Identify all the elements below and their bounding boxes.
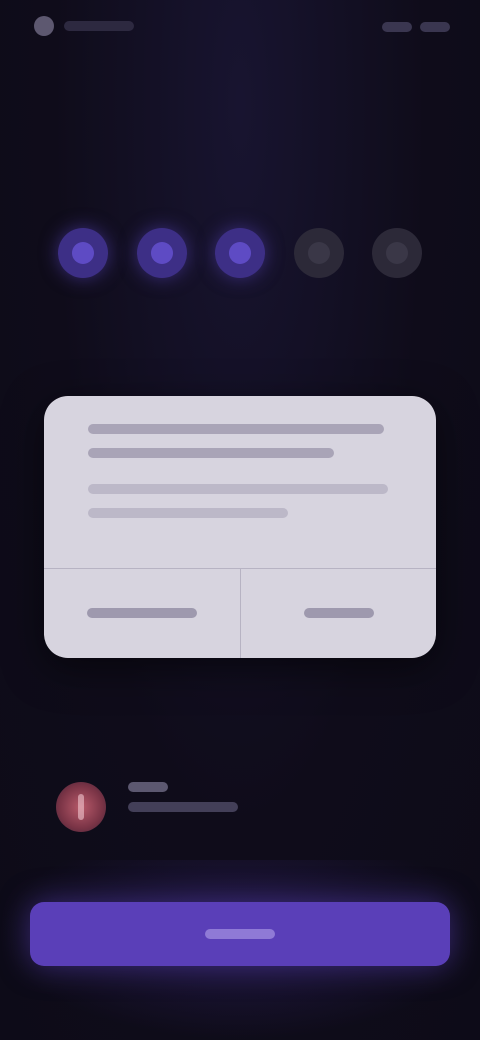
app-icon [34, 16, 54, 36]
step-dot [229, 242, 251, 264]
confirmation-dialog [44, 396, 436, 658]
warning-icon [56, 782, 106, 832]
status-indicators [382, 22, 450, 32]
dialog-message [88, 424, 392, 532]
step-2[interactable] [136, 228, 187, 278]
notice-text [128, 782, 238, 832]
notice-title-placeholder [128, 782, 168, 792]
notice-subtitle-placeholder [128, 802, 238, 812]
continue-button[interactable] [30, 902, 450, 966]
step-dot [72, 242, 94, 264]
status-left [34, 16, 134, 36]
dialog-line [88, 484, 388, 494]
status-label-placeholder [64, 21, 134, 31]
step-dot [307, 242, 330, 264]
button-label-placeholder [87, 608, 197, 618]
dialog-primary-button[interactable] [241, 568, 436, 658]
dialog-secondary-button[interactable] [44, 568, 240, 658]
step-dot [150, 242, 173, 264]
step-4[interactable] [293, 228, 344, 278]
step-indicator [58, 228, 422, 278]
app-screen [0, 0, 480, 1040]
notice-row [56, 772, 424, 842]
dialog-line [88, 448, 334, 458]
step-dot [386, 242, 408, 264]
step-5[interactable] [372, 228, 422, 278]
status-bar [0, 0, 480, 56]
battery-icon [420, 22, 450, 32]
dialog-line [88, 424, 384, 434]
step-3[interactable] [215, 228, 265, 278]
button-label-placeholder [304, 608, 374, 618]
dialog-line [88, 508, 288, 518]
signal-icon [382, 22, 412, 32]
instruction-text [58, 352, 422, 374]
step-1[interactable] [58, 228, 108, 278]
button-label-placeholder [205, 929, 275, 939]
